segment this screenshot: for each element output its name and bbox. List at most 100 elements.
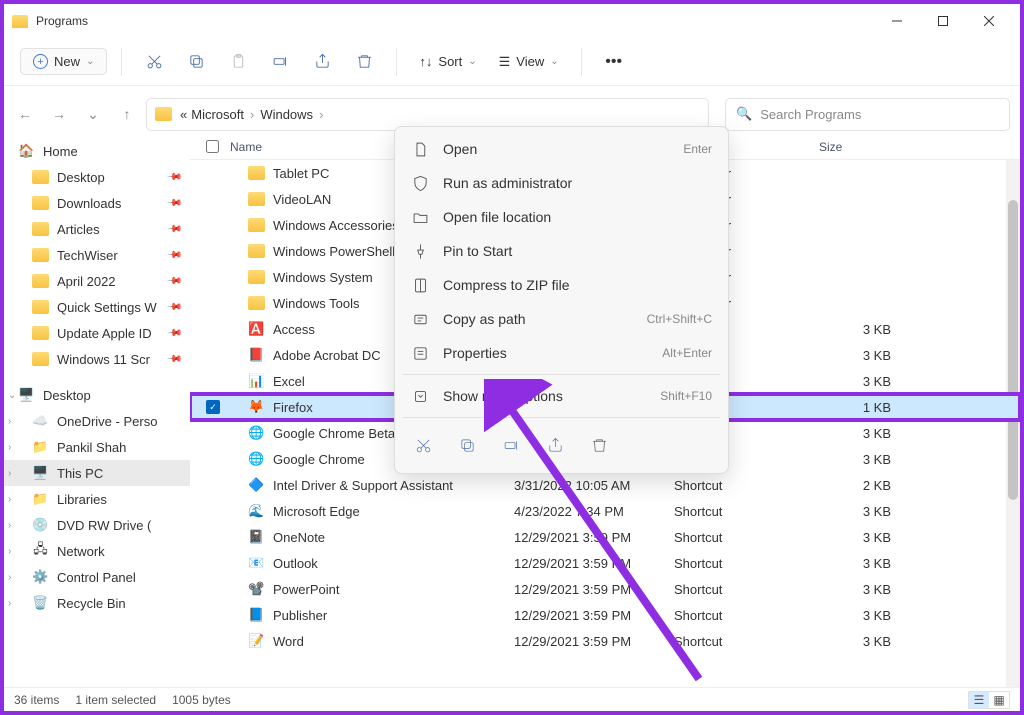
- window-folder-icon: [12, 15, 28, 28]
- plus-icon: +: [33, 54, 48, 69]
- context-item-properties[interactable]: PropertiesAlt+Enter: [395, 336, 728, 370]
- sidebar-item[interactable]: April 2022📌: [4, 268, 190, 294]
- shield-icon: [411, 174, 429, 192]
- scrollbar-thumb[interactable]: [1008, 200, 1018, 500]
- sort-button[interactable]: ↑↓ Sort ⌄: [411, 49, 484, 74]
- sidebar-item[interactable]: Update Apple ID📌: [4, 320, 190, 346]
- file-row[interactable]: 📝Word12/29/2021 3:59 PMShortcut3 KB: [190, 628, 1020, 654]
- chevron-down-icon: ⌄: [86, 56, 94, 67]
- context-item-compress-to-zip-file[interactable]: Compress to ZIP file: [395, 268, 728, 302]
- ctx-delete-button[interactable]: [581, 428, 617, 462]
- expand-icon[interactable]: ›: [8, 442, 11, 453]
- forward-button[interactable]: →: [44, 99, 74, 129]
- close-button[interactable]: [966, 6, 1012, 36]
- expand-icon[interactable]: ⌄: [8, 390, 16, 401]
- expand-icon[interactable]: ›: [8, 494, 11, 505]
- sidebar-item[interactable]: Desktop📌: [4, 164, 190, 190]
- folder-icon: [248, 244, 265, 258]
- file-row[interactable]: 📘Publisher12/29/2021 3:59 PMShortcut3 KB: [190, 602, 1020, 628]
- file-row[interactable]: 🌊Microsoft Edge4/23/2022 7:34 PMShortcut…: [190, 498, 1020, 524]
- folder-icon: [32, 274, 49, 288]
- share-button[interactable]: [304, 44, 340, 80]
- maximize-button[interactable]: [920, 6, 966, 36]
- sidebar-item[interactable]: ›💿DVD RW Drive (: [4, 512, 190, 538]
- bin-icon: 🗑️: [32, 595, 49, 612]
- search-icon: 🔍: [736, 106, 752, 122]
- column-size[interactable]: Size: [819, 140, 939, 154]
- breadcrumb-chevron-icon[interactable]: ›: [246, 107, 258, 122]
- sidebar-item-desktop[interactable]: ⌄ 🖥️ Desktop: [4, 382, 190, 408]
- back-button[interactable]: ←: [10, 99, 40, 129]
- more-button[interactable]: •••: [596, 44, 632, 80]
- expand-icon[interactable]: ›: [8, 468, 11, 479]
- expand-icon[interactable]: ›: [8, 598, 11, 609]
- sidebar-item[interactable]: Downloads📌: [4, 190, 190, 216]
- search-placeholder: Search Programs: [760, 107, 861, 122]
- ctx-share-button[interactable]: [537, 428, 573, 462]
- details-view-button[interactable]: ☰: [969, 692, 989, 708]
- copy-button[interactable]: [178, 44, 214, 80]
- file-row[interactable]: 📓OneNote12/29/2021 3:59 PMShortcut3 KB: [190, 524, 1020, 550]
- scrollbar[interactable]: [1006, 160, 1020, 689]
- context-item-run-as-administrator[interactable]: Run as administrator: [395, 166, 728, 200]
- breadcrumb-segment[interactable]: Microsoft: [189, 107, 246, 122]
- ctx-rename-button[interactable]: [493, 428, 529, 462]
- folder-icon: [32, 196, 49, 210]
- recent-button[interactable]: ⌄: [78, 99, 108, 129]
- sidebar-item[interactable]: ›🖧Network: [4, 538, 190, 564]
- context-item-open-file-location[interactable]: Open file location: [395, 200, 728, 234]
- delete-button[interactable]: [346, 44, 382, 80]
- more-icon: [411, 387, 429, 405]
- breadcrumb-chevron-icon[interactable]: ›: [315, 107, 327, 122]
- app-icon: 📓: [248, 529, 265, 546]
- expand-icon[interactable]: ›: [8, 416, 11, 427]
- cut-button[interactable]: [136, 44, 172, 80]
- pin-icon: 📌: [165, 195, 182, 212]
- select-all-checkbox[interactable]: [206, 140, 219, 153]
- folder-icon: 📁: [32, 439, 49, 456]
- context-item-open[interactable]: OpenEnter: [395, 132, 728, 166]
- context-item-more-options[interactable]: Show more options Shift+F10: [395, 379, 728, 413]
- sidebar-item[interactable]: TechWiser📌: [4, 242, 190, 268]
- file-row[interactable]: 📧Outlook12/29/2021 3:59 PMShortcut3 KB: [190, 550, 1020, 576]
- context-item-copy-as-path[interactable]: Copy as pathCtrl+Shift+C: [395, 302, 728, 336]
- sidebar-item[interactable]: ›📁Libraries: [4, 486, 190, 512]
- sidebar-item[interactable]: Windows 11 Scr📌: [4, 346, 190, 372]
- file-row[interactable]: 🔷Intel Driver & Support Assistant3/31/20…: [190, 472, 1020, 498]
- breadcrumb-segment[interactable]: Windows: [258, 107, 315, 122]
- file-row[interactable]: 📽️PowerPoint12/29/2021 3:59 PMShortcut3 …: [190, 576, 1020, 602]
- ctx-cut-button[interactable]: [405, 428, 441, 462]
- paste-button[interactable]: [220, 44, 256, 80]
- folder-icon: [32, 222, 49, 236]
- row-checkbox[interactable]: ✓: [206, 400, 220, 414]
- expand-icon[interactable]: ›: [8, 520, 11, 531]
- sidebar-item[interactable]: Quick Settings W📌: [4, 294, 190, 320]
- new-button[interactable]: + New ⌄: [20, 48, 107, 75]
- selection-count: 1 item selected: [75, 693, 156, 707]
- file-icon: [411, 140, 429, 158]
- expand-icon[interactable]: ›: [8, 546, 11, 557]
- search-input[interactable]: 🔍 Search Programs: [725, 98, 1010, 131]
- expand-icon[interactable]: ›: [8, 572, 11, 583]
- sidebar-item-home[interactable]: 🏠 Home: [4, 138, 190, 164]
- network-icon: 🖧: [32, 543, 49, 560]
- minimize-button[interactable]: [874, 6, 920, 36]
- grid-view-button[interactable]: ▦: [989, 692, 1009, 708]
- sidebar-item[interactable]: ›☁️OneDrive - Perso: [4, 408, 190, 434]
- pin-icon: 📌: [165, 325, 182, 342]
- app-icon: 📊: [248, 373, 265, 390]
- sidebar-item[interactable]: Articles📌: [4, 216, 190, 242]
- app-icon: 📘: [248, 607, 265, 624]
- view-button[interactable]: ☰ View ⌄: [491, 49, 567, 75]
- ctx-copy-button[interactable]: [449, 428, 485, 462]
- sidebar-item[interactable]: ›⚙️Control Panel: [4, 564, 190, 590]
- context-item-pin-to-start[interactable]: Pin to Start: [395, 234, 728, 268]
- up-button[interactable]: ↑: [112, 99, 142, 129]
- rename-button[interactable]: [262, 44, 298, 80]
- control-icon: ⚙️: [32, 569, 49, 586]
- pin-icon: 📌: [165, 221, 182, 238]
- item-count: 36 items: [14, 693, 59, 707]
- sidebar-item[interactable]: ›🖥️This PC: [4, 460, 190, 486]
- sidebar-item[interactable]: ›📁Pankil Shah: [4, 434, 190, 460]
- sidebar-item[interactable]: ›🗑️Recycle Bin: [4, 590, 190, 616]
